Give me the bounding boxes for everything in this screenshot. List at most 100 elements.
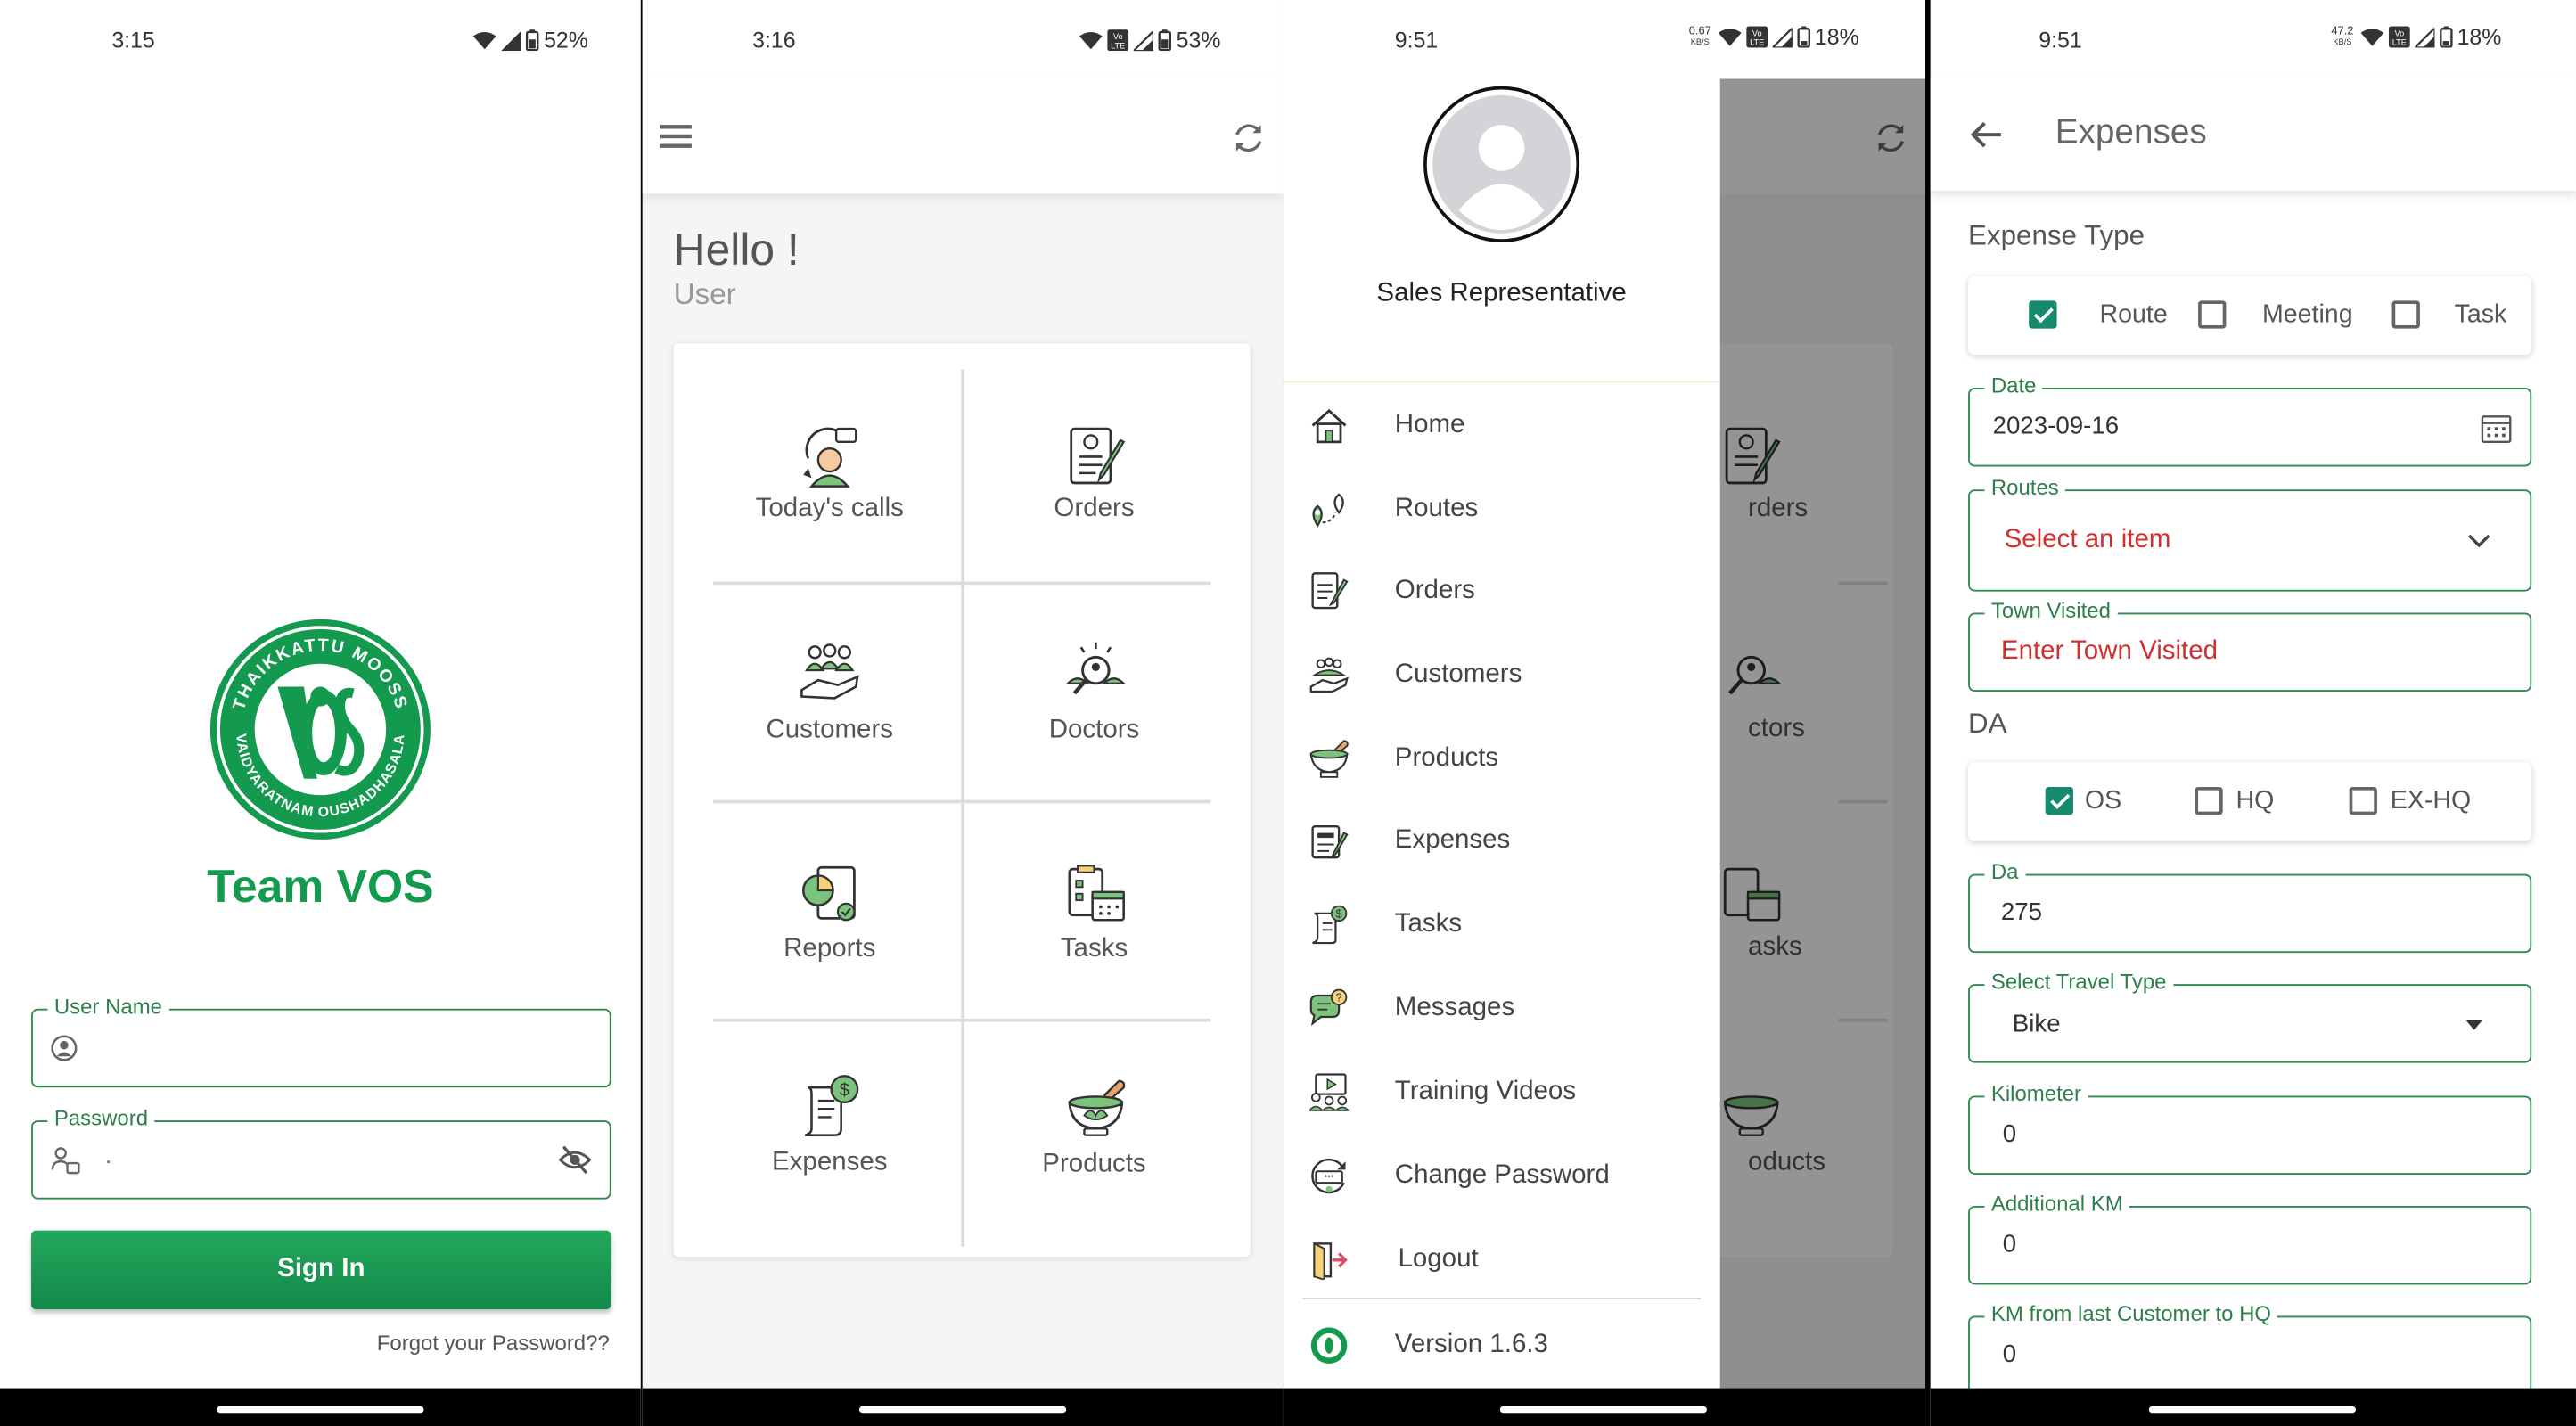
drawer-item-label: Change Password: [1394, 1161, 1610, 1190]
drawer-item-label: Training Videos: [1394, 1078, 1577, 1106]
wifi-icon: [1718, 28, 1741, 45]
avatar: [1423, 86, 1580, 243]
refresh-icon[interactable]: [1232, 121, 1265, 154]
ex-hq-checkbox[interactable]: [2349, 786, 2377, 815]
additional-km-input[interactable]: Additional KM 0: [1968, 1191, 2532, 1285]
home-screen: 3:16 Vo LTE 53% Hello ! User Today's call: [642, 0, 1284, 1426]
drawer-footer-divider: [1302, 1298, 1701, 1300]
drawer-item-label: Home: [1394, 410, 1465, 439]
kilometer-label: Kilometer: [1984, 1080, 2088, 1108]
drawer-item-label: Products: [1394, 744, 1499, 773]
password-field[interactable]: Password .: [31, 1105, 611, 1200]
system-nav-bar: [642, 1388, 1284, 1426]
tile-label: Expenses: [771, 1148, 888, 1176]
forgot-password-link[interactable]: Forgot your Password??: [377, 1331, 610, 1356]
username-label: User Name: [47, 994, 169, 1020]
drawer-header-divider: [1283, 381, 1720, 383]
svg-text:Vo: Vo: [1752, 29, 1761, 38]
drawer-item-logout[interactable]: Logout: [1283, 1227, 1710, 1293]
town-visited-input[interactable]: Town Visited Enter Town Visited: [1968, 597, 2532, 693]
home-gesture-bar[interactable]: [858, 1406, 1067, 1414]
checkbox-ex-hq[interactable]: EX-HQ: [2349, 786, 2498, 820]
kilometer-value: 0: [2002, 1120, 2017, 1149]
km-last-customer-input[interactable]: KM from last Customer to HQ 0: [1968, 1300, 2532, 1395]
user-lock-icon: [51, 1147, 80, 1175]
tile-reports[interactable]: Reports: [707, 846, 953, 1010]
checkbox-task[interactable]: Task: [2391, 300, 2523, 333]
sign-in-button[interactable]: Sign In: [31, 1230, 611, 1310]
route-checkbox[interactable]: [2029, 300, 2057, 329]
checkbox-meeting[interactable]: Meeting: [2198, 300, 2379, 333]
task-dollar-icon: $: [1312, 905, 1348, 945]
calendar-icon[interactable]: [2481, 413, 2512, 444]
user-icon: [51, 1035, 78, 1061]
message-icon: ?: [1309, 988, 1348, 1027]
checkbox-route[interactable]: Route: [2029, 300, 2169, 333]
tile-todays-calls[interactable]: Today's calls: [707, 409, 953, 573]
drawer-item-routes[interactable]: Routes: [1283, 477, 1710, 543]
town-label: Town Visited: [1984, 597, 2118, 625]
drawer-item-change-password[interactable]: *** Change Password: [1283, 1143, 1710, 1209]
tile-tasks[interactable]: Tasks: [971, 846, 1217, 1010]
battery-icon: [1796, 26, 1810, 48]
tile-label: Products: [1042, 1150, 1146, 1178]
drawer-item-expenses[interactable]: Expenses: [1283, 808, 1710, 874]
chevron-down-icon: [2468, 534, 2490, 548]
da-input[interactable]: Da 275: [1968, 859, 2532, 954]
battery-percent: 18%: [1814, 24, 1859, 50]
kilometer-input[interactable]: Kilometer 0: [1968, 1080, 2532, 1175]
svg-text:LTE: LTE: [1111, 41, 1125, 50]
wifi-icon: [1079, 31, 1103, 49]
date-label: Date: [1984, 373, 2043, 399]
drawer-item-home[interactable]: Home: [1283, 393, 1710, 459]
travel-type-select[interactable]: Select Travel Type Bike: [1968, 969, 2532, 1063]
status-time: 3:15: [111, 28, 155, 53]
app-bar: Expenses: [1930, 78, 2576, 191]
travel-type-value: Bike: [2012, 1010, 2061, 1038]
tile-customers[interactable]: Customers: [707, 627, 953, 791]
home-gesture-bar[interactable]: [2148, 1406, 2357, 1414]
tile-label: Today's calls: [755, 494, 904, 523]
tile-orders[interactable]: Orders: [971, 409, 1217, 573]
eye-off-icon[interactable]: [558, 1145, 592, 1175]
version-info: Version 1.6.3: [1283, 1313, 1710, 1379]
dropdown-arrow-icon: [2465, 1020, 2482, 1030]
da-type-group: OS HQ EX-HQ: [1968, 762, 2532, 841]
routes-dropdown[interactable]: Routes Select an item: [1968, 474, 2532, 592]
system-nav-bar: [0, 1388, 641, 1426]
tile-expenses[interactable]: $ Expenses: [707, 1064, 953, 1228]
username-field[interactable]: User Name: [31, 994, 611, 1088]
hq-checkbox[interactable]: [2195, 786, 2223, 815]
user-name: User: [673, 277, 736, 311]
checkbox-hq[interactable]: HQ: [2195, 786, 2309, 820]
home-gesture-bar[interactable]: [217, 1406, 424, 1414]
mortar-bowl-icon: [1068, 1079, 1126, 1136]
drawer-item-orders[interactable]: Orders: [1283, 559, 1710, 625]
tile-label: Customers: [766, 716, 894, 745]
expense-type-heading: Expense Type: [1968, 220, 2145, 252]
drawer-item-label: Routes: [1394, 494, 1479, 523]
status-time: 3:16: [752, 28, 796, 53]
menu-icon[interactable]: [660, 123, 692, 149]
meeting-checkbox[interactable]: [2198, 300, 2227, 329]
drawer-item-tasks[interactable]: $ Tasks: [1283, 892, 1710, 958]
drawer-item-customers[interactable]: Customers: [1283, 643, 1710, 709]
drawer-item-messages[interactable]: ? Messages: [1283, 976, 1710, 1042]
os-checkbox[interactable]: [2045, 786, 2073, 815]
grid-divider: [712, 1018, 1211, 1022]
svg-text:LTE: LTE: [1749, 38, 1763, 47]
app-bar: [642, 78, 1284, 194]
tile-doctors[interactable]: Doctors: [971, 627, 1217, 791]
date-field[interactable]: Date 2023-09-16: [1968, 373, 2532, 467]
home-gesture-bar[interactable]: [1499, 1406, 1707, 1414]
back-arrow-icon[interactable]: [1970, 120, 2003, 150]
home-icon: [1311, 408, 1347, 444]
drawer-item-products[interactable]: Products: [1283, 726, 1710, 792]
task-checkbox[interactable]: [2391, 300, 2420, 329]
routes-placeholder: Select an item: [2004, 525, 2171, 554]
drawer-item-training-videos[interactable]: Training Videos: [1283, 1060, 1710, 1126]
checkbox-os[interactable]: OS: [2045, 786, 2161, 820]
drawer-item-label: Customers: [1394, 660, 1522, 689]
tile-label: Orders: [1054, 494, 1135, 523]
tile-products[interactable]: Products: [971, 1064, 1217, 1228]
